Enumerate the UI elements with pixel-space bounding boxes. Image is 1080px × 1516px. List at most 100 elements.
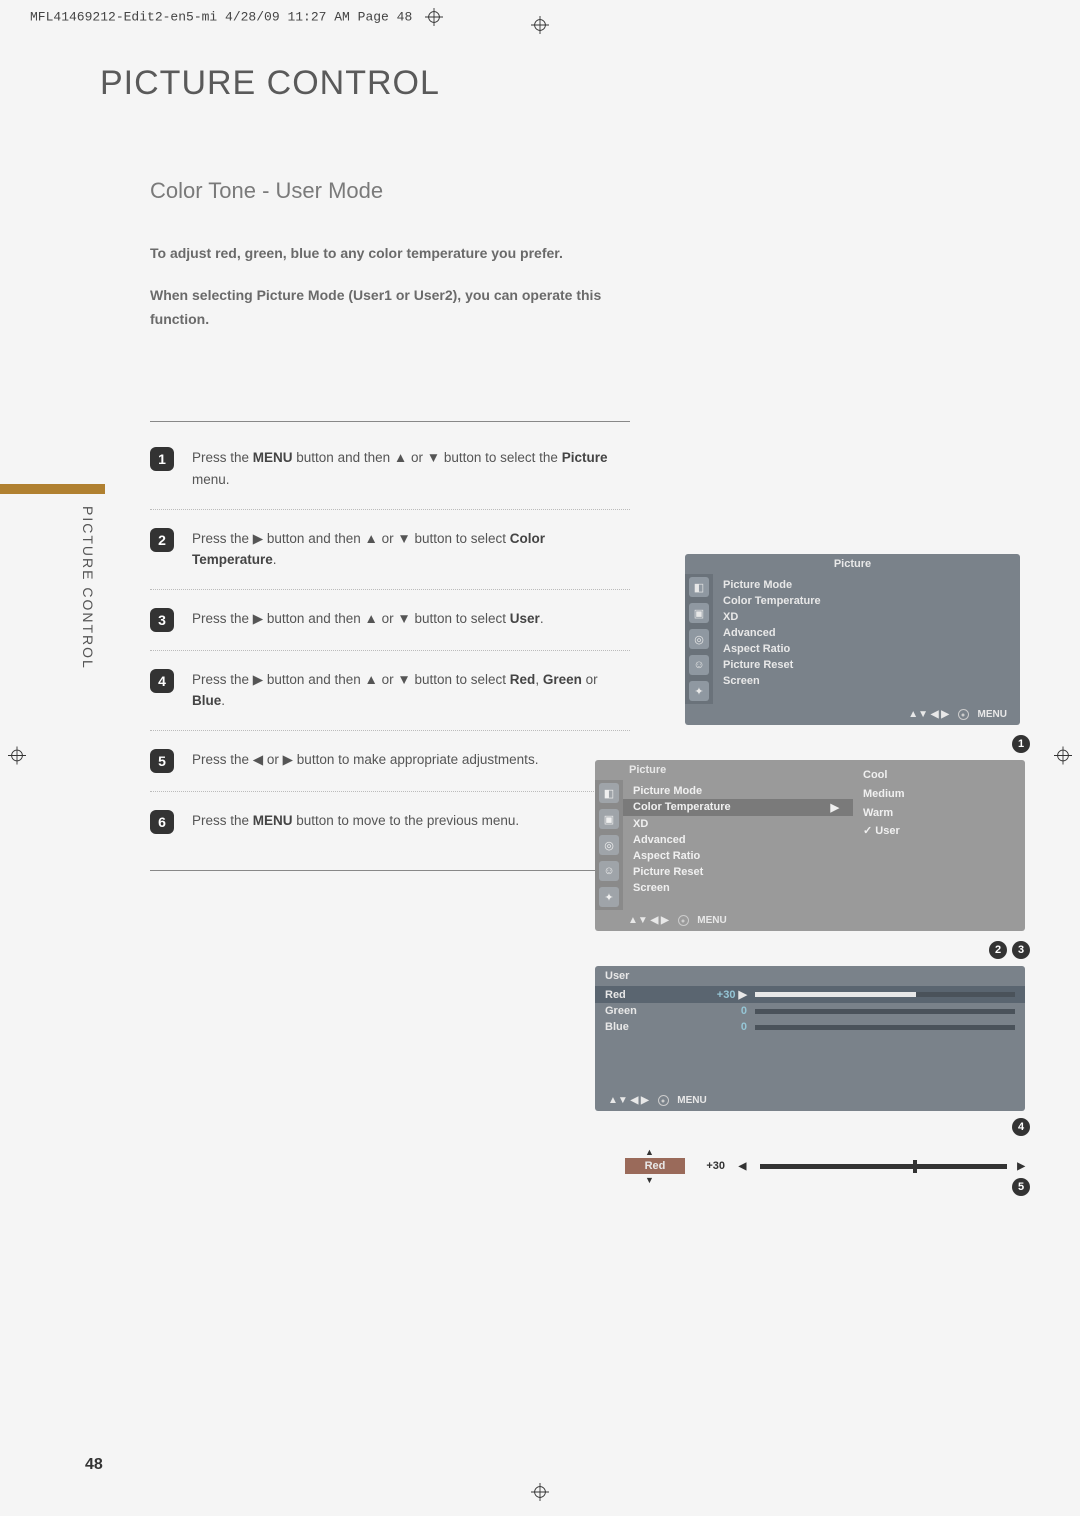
side-tab-accent (0, 484, 105, 494)
page-number: 48 (85, 1456, 103, 1474)
callout-1: 1 (1012, 735, 1030, 753)
row-bar (755, 992, 1015, 997)
arrow-right-icon: ▶ (1017, 1161, 1025, 1172)
slider-track (760, 1164, 1007, 1169)
osd-title: Picture (685, 554, 1020, 574)
osd-category-icons: ◧ ▣ ◎ ☺ ✦ (685, 574, 713, 704)
osd-menu-list: Picture Mode Color Temperature XD Advanc… (713, 574, 1020, 704)
row-value: +30 ▶ (705, 988, 755, 1001)
osd-panel-color-temp: Picture ◧ ▣ ◎ ☺ ✦ Picture Mode (595, 760, 1025, 931)
osd-title: User (595, 966, 1025, 986)
step-2: 2 Press the ▶ button and then ▲ or ▼ but… (150, 528, 630, 590)
intro-text-1: To adjust red, green, blue to any color … (150, 242, 620, 266)
slider-label: Red (625, 1158, 685, 1174)
osd-nav-hint: ▲▼ ◀ ▶ MENU (595, 1090, 1025, 1111)
ok-icon (658, 1095, 669, 1106)
crop-mark-icon (425, 8, 443, 26)
color-options: Cool Medium Warm User (853, 760, 1025, 910)
row-label: Red (605, 989, 705, 1001)
side-tab: PICTURE CONTROL (0, 484, 105, 684)
osd-item: Aspect Ratio (623, 848, 853, 864)
category-icon: ▣ (599, 809, 619, 829)
osd-panel-slider: ▲ Red +30 ◀ ▶ ▼ 5 (595, 1146, 1025, 1186)
step-text: Press the ▶ button and then ▲ or ▼ butto… (192, 528, 630, 571)
callout-3: 3 (1012, 941, 1030, 959)
osd-container: Picture ◧ ▣ ◎ ☺ ✦ Picture Mode Color Tem… (595, 554, 1025, 1221)
step-text: Press the ◀ or ▶ button to make appropri… (192, 749, 538, 771)
category-icon: ◎ (599, 835, 619, 855)
row-value: 0 (705, 1005, 755, 1017)
user-row-red: Red +30 ▶ (595, 986, 1025, 1003)
ok-icon (678, 915, 689, 926)
step-4: 4 Press the ▶ button and then ▲ or ▼ but… (150, 669, 630, 731)
step-number: 3 (150, 608, 174, 632)
arrow-up-icon: ▲ (625, 1146, 1025, 1158)
osd-item: Aspect Ratio (713, 641, 1020, 657)
osd-item: Picture Reset (623, 864, 853, 880)
step-text: Press the ▶ button and then ▲ or ▼ butto… (192, 669, 630, 712)
row-bar (755, 1025, 1015, 1030)
step-number: 2 (150, 528, 174, 552)
steps-end-rule (150, 870, 630, 871)
row-label: Green (605, 1005, 705, 1017)
osd-item: Picture Reset (713, 657, 1020, 673)
color-opt-cool: Cool (863, 766, 1015, 785)
triangle-right-icon: ▶ (831, 801, 839, 814)
section-title: Color Tone - User Mode (150, 178, 1000, 204)
osd-title: Picture (595, 760, 853, 780)
color-opt-warm: Warm (863, 804, 1015, 823)
user-row-blue: Blue 0 (595, 1019, 1025, 1035)
registration-mark-bottom (531, 1483, 549, 1506)
slider-thumb (913, 1160, 917, 1173)
category-icon: ◧ (599, 783, 619, 803)
step-1: 1 Press the MENU button and then ▲ or ▼ … (150, 447, 630, 509)
spacer (595, 1035, 1025, 1090)
osd-item: Color Temperature (713, 593, 1020, 609)
intro-text-2: When selecting Picture Mode (User1 or Us… (150, 284, 620, 332)
category-icon: ✦ (599, 887, 619, 907)
step-number: 5 (150, 749, 174, 773)
row-bar-fill (755, 992, 916, 997)
ok-icon (958, 709, 969, 720)
category-icon: ✦ (689, 681, 709, 701)
osd-item: Screen (623, 880, 853, 896)
category-icon: ☺ (689, 655, 709, 675)
side-tab-text: PICTURE CONTROL (80, 506, 96, 670)
color-opt-medium: Medium (863, 785, 1015, 804)
callout-5: 5 (1012, 1178, 1030, 1196)
step-5: 5 Press the ◀ or ▶ button to make approp… (150, 749, 630, 792)
step-number: 4 (150, 669, 174, 693)
osd-item: XD (623, 816, 853, 832)
step-3: 3 Press the ▶ button and then ▲ or ▼ but… (150, 608, 630, 651)
callout-2: 2 (989, 941, 1007, 959)
osd-item: Screen (713, 673, 1020, 689)
category-icon: ◎ (689, 629, 709, 649)
steps-list: 1 Press the MENU button and then ▲ or ▼ … (150, 421, 630, 871)
row-value: 0 (705, 1021, 755, 1033)
user-row-green: Green 0 (595, 1003, 1025, 1019)
category-icon: ☺ (599, 861, 619, 881)
osd-nav-hint: ▲▼ ◀ ▶ MENU (685, 704, 1020, 725)
step-number: 6 (150, 810, 174, 834)
arrow-down-icon: ▼ (625, 1174, 1025, 1186)
slider-value: +30 (695, 1160, 725, 1172)
color-opt-user: User (863, 822, 1015, 841)
step-number: 1 (150, 447, 174, 471)
osd-menu-list: Picture Mode Color Temperature▶ XD Advan… (623, 780, 853, 910)
category-icon: ◧ (689, 577, 709, 597)
step-6: 6 Press the MENU button to move to the p… (150, 810, 630, 852)
step-text: Press the ▶ button and then ▲ or ▼ butto… (192, 608, 544, 630)
step-text: Press the MENU button and then ▲ or ▼ bu… (192, 447, 630, 490)
category-icon: ▣ (689, 603, 709, 623)
callout-4: 4 (1012, 1118, 1030, 1136)
osd-item-selected: Color Temperature▶ (623, 799, 853, 816)
osd-item: Picture Mode (623, 783, 853, 799)
row-label: Blue (605, 1021, 705, 1033)
osd-panel-user: User Red +30 ▶ Green 0 Blue 0 (595, 966, 1025, 1111)
osd-panel-picture: Picture ◧ ▣ ◎ ☺ ✦ Picture Mode Color Tem… (595, 554, 1025, 725)
osd-category-icons: ◧ ▣ ◎ ☺ ✦ (595, 780, 623, 910)
osd-item: XD (713, 609, 1020, 625)
job-string: MFL41469212-Edit2-en5-mi 4/28/09 11:27 A… (30, 9, 412, 24)
osd-item: Advanced (623, 832, 853, 848)
page-title: PICTURE CONTROL (100, 64, 1000, 103)
